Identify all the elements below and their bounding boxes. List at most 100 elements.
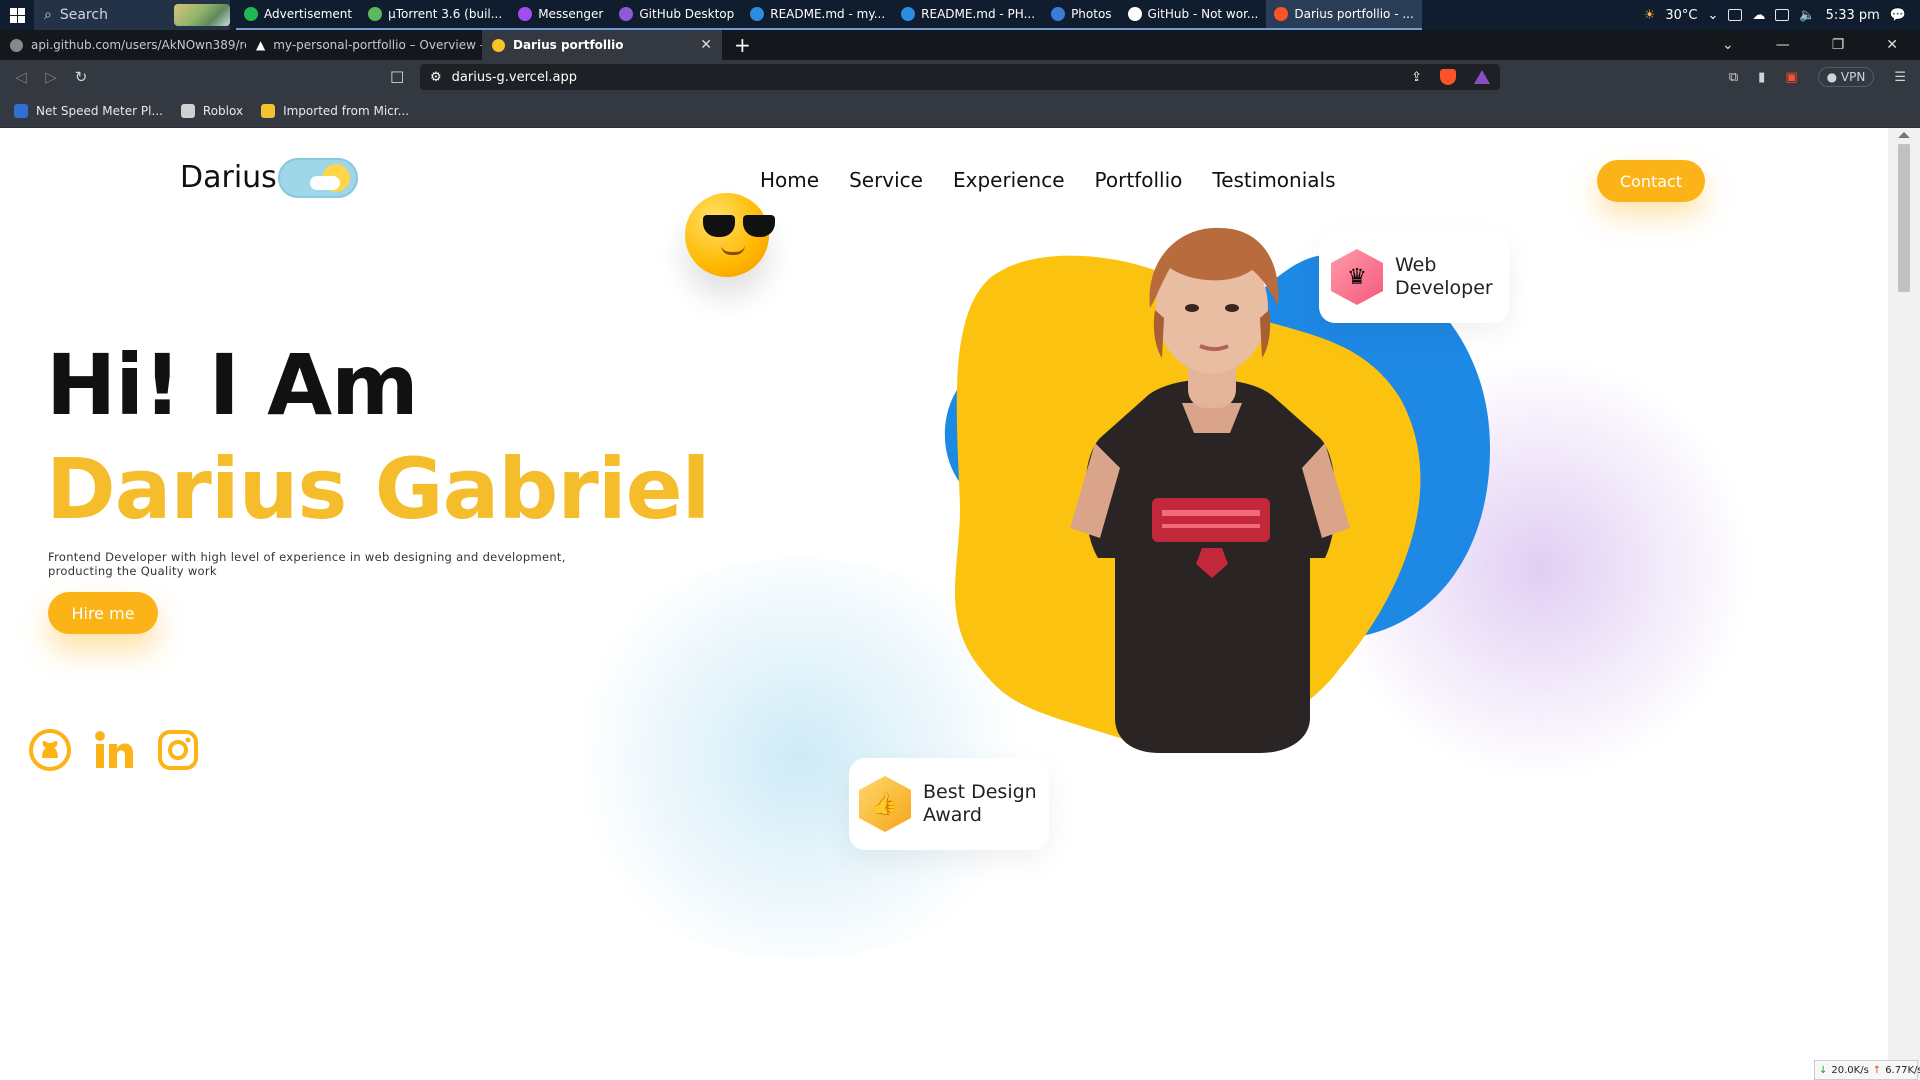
tab-label: api.github.com/users/AkNOwn389/rep: [31, 38, 246, 52]
brave-rewards-icon[interactable]: [1474, 70, 1490, 84]
bookmark-label: Roblox: [202, 103, 244, 118]
download-speed: 20.0K/s: [1831, 1064, 1869, 1076]
volume-icon[interactable]: 🔈: [1799, 8, 1815, 23]
bookmark-label: Net Speed Meter Pl...: [36, 103, 163, 118]
tab-darius-portfollio[interactable]: Darius portfollio ✕: [482, 30, 722, 60]
taskbar-app[interactable]: GitHub Desktop: [611, 0, 743, 30]
share-icon[interactable]: ⇪: [1411, 70, 1422, 85]
page-scrollbar[interactable]: [1888, 128, 1920, 1080]
reload-icon[interactable]: ↻: [66, 68, 96, 86]
instagram-icon[interactable]: [156, 728, 200, 772]
badge-web-developer: ♛ Web Developer: [1319, 231, 1509, 323]
taskbar-app-label: Photos: [1071, 7, 1112, 21]
bookmark-item[interactable]: Net Speed Meter Pl...: [14, 103, 163, 118]
hire-me-button[interactable]: Hire me: [48, 592, 158, 634]
vpn-button[interactable]: ● VPN: [1817, 67, 1875, 87]
menu-icon[interactable]: ☰: [1894, 70, 1906, 85]
network-icon[interactable]: [1775, 9, 1790, 21]
linkedin-icon[interactable]: [92, 728, 136, 772]
bookmark-item[interactable]: Roblox: [180, 103, 244, 118]
badge-web-line1: Web: [1395, 254, 1437, 276]
brave-shields-icon[interactable]: [1440, 69, 1456, 85]
wallet-icon[interactable]: ▣: [1785, 70, 1797, 85]
new-tab-button[interactable]: +: [722, 33, 763, 57]
taskbar-app[interactable]: µTorrent 3.6 (buil...: [360, 0, 511, 30]
onedrive-icon[interactable]: ☁: [1752, 8, 1765, 23]
sidebar-icon[interactable]: ▮: [1758, 70, 1765, 85]
nav-service[interactable]: Service: [849, 168, 923, 192]
window-controls: ⌄ — ❐ ✕: [1722, 37, 1920, 53]
taskbar-app[interactable]: Messenger: [510, 0, 612, 30]
theme-toggle[interactable]: [278, 158, 358, 198]
app-icon: [244, 7, 258, 21]
taskbar-app-label: Advertisement: [264, 7, 353, 21]
close-tab-icon[interactable]: ✕: [700, 37, 712, 53]
bookmark-label: Imported from Micr...: [283, 103, 410, 118]
back-icon[interactable]: ◁: [6, 68, 36, 86]
github-icon[interactable]: [28, 728, 72, 772]
extensions-icon[interactable]: ⧉: [1729, 70, 1738, 85]
nav-experience[interactable]: Experience: [953, 168, 1065, 192]
download-arrow-icon: ↓: [1819, 1064, 1828, 1076]
chevron-up-icon[interactable]: ⌄: [1707, 8, 1718, 23]
nav-home[interactable]: Home: [760, 168, 819, 192]
contact-button[interactable]: Contact: [1597, 160, 1705, 202]
bookmark-item[interactable]: Imported from Micr...: [261, 103, 410, 118]
taskbar-app[interactable]: Darius portfollio - ...: [1266, 0, 1422, 30]
taskbar-app-label: GitHub Desktop: [639, 7, 735, 21]
hero-description: Frontend Developer with high level of ex…: [48, 550, 566, 578]
taskbar-app-label: µTorrent 3.6 (buil...: [388, 7, 503, 21]
taskbar-app[interactable]: Photos: [1043, 0, 1120, 30]
taskbar-app[interactable]: GitHub - Not wor...: [1119, 0, 1267, 30]
taskbar-app[interactable]: README.md - my...: [742, 0, 894, 30]
camera-icon[interactable]: [1728, 9, 1743, 21]
taskbar-app-label: Messenger: [538, 7, 604, 21]
scroll-up-icon[interactable]: [1898, 132, 1910, 138]
taskbar-app[interactable]: Advertisement: [236, 0, 361, 30]
globe-icon: [10, 38, 23, 52]
forward-icon[interactable]: ▷: [36, 68, 66, 86]
badge-award-line2: Award: [923, 804, 982, 826]
notifications-icon[interactable]: 💬: [1890, 8, 1906, 23]
clock-time[interactable]: 5:33 pm: [1826, 8, 1880, 23]
restore-icon[interactable]: ❐: [1832, 37, 1845, 53]
nav-portfollio[interactable]: Portfollio: [1095, 168, 1183, 192]
taskbar-app-label: Darius portfollio - ...: [1294, 7, 1414, 21]
search-icon: ⌕: [44, 7, 52, 23]
app-icon: [619, 7, 634, 21]
bookmark-icon[interactable]: ☐: [390, 68, 404, 87]
thumbs-up-icon: 👍: [859, 776, 911, 832]
bookmark-icon: [261, 103, 276, 118]
url-text[interactable]: darius-g.vercel.app: [452, 70, 577, 85]
start-button[interactable]: [0, 0, 34, 30]
tab-vercel-overview[interactable]: ▲ my-personal-portfollio – Overview – Ve: [246, 30, 482, 60]
upload-arrow-icon: ↑: [1872, 1064, 1882, 1076]
app-icon: [1051, 7, 1066, 21]
user-icon: [492, 38, 505, 52]
bookmark-icon: [180, 103, 195, 118]
main-nav: Home Service Experience Portfollio Testi…: [760, 168, 1336, 192]
minimize-icon[interactable]: —: [1776, 37, 1790, 53]
toolbar-actions: ⧉ ▮ ▣ ● VPN ☰: [1729, 60, 1906, 94]
upload-speed: 6.77K/s: [1885, 1064, 1920, 1076]
sunglasses-emoji-icon: [685, 193, 775, 277]
taskbar-app[interactable]: README.md - PH...: [893, 0, 1044, 30]
weather-temp[interactable]: 30°C: [1665, 8, 1697, 23]
tab-api-github[interactable]: api.github.com/users/AkNOwn389/rep: [0, 30, 246, 60]
site-settings-icon[interactable]: ⚙: [430, 70, 442, 85]
taskbar-apps: Advertisement µTorrent 3.6 (buil... Messen…: [236, 0, 1422, 30]
address-bar[interactable]: ⚙ darius-g.vercel.app ⇪: [420, 64, 1500, 90]
social-links: [28, 728, 200, 772]
net-speed-meter: ↓ 20.0K/s ↑ 6.77K/s: [1814, 1060, 1920, 1080]
weather-icon[interactable]: ☀: [1644, 8, 1656, 23]
nav-testimonials[interactable]: Testimonials: [1212, 168, 1335, 192]
close-window-icon[interactable]: ✕: [1886, 37, 1898, 53]
taskbar-search[interactable]: ⌕ Search: [34, 0, 230, 30]
badge-web-line2: Developer: [1395, 277, 1493, 299]
tab-list-icon[interactable]: ⌄: [1722, 37, 1734, 53]
badge-best-design-award: 👍 Best Design Award: [849, 758, 1049, 850]
portfolio-page: Darius Home Service Experience Portfolli…: [0, 128, 1888, 1080]
scroll-thumb[interactable]: [1898, 144, 1910, 292]
site-logo[interactable]: Darius: [180, 160, 277, 195]
taskbar-app-label: GitHub - Not wor...: [1147, 7, 1259, 21]
